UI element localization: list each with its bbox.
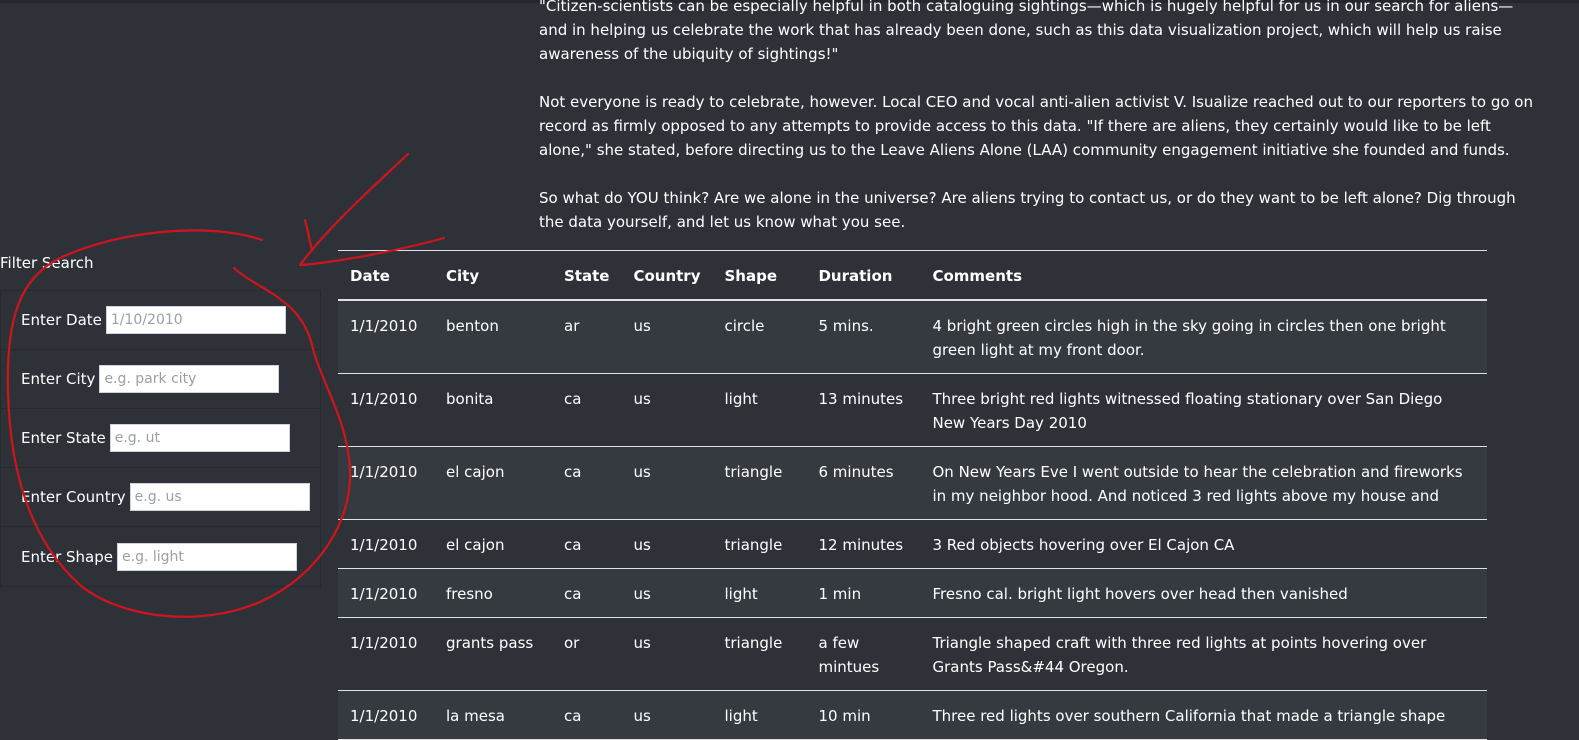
cell-country: us bbox=[621, 617, 713, 691]
cell-country: us bbox=[621, 690, 713, 740]
cell-comments: Triangle shaped craft with three red lig… bbox=[920, 617, 1487, 691]
cell-country: us bbox=[621, 373, 713, 447]
header-shape: Shape bbox=[712, 250, 807, 301]
cell-date: 1/1/2010 bbox=[338, 690, 434, 740]
cell-duration: a few mintues bbox=[806, 617, 921, 691]
date-input[interactable] bbox=[105, 306, 286, 334]
table-row: 1/1/2010 grants pass or us triangle a fe… bbox=[338, 617, 1487, 691]
cell-duration: 13 minutes bbox=[806, 373, 921, 447]
table-row: 1/1/2010 fresno ca us light 1 min Fresno… bbox=[338, 568, 1487, 618]
table-row: 1/1/2010 benton ar us circle 5 mins. 4 b… bbox=[338, 300, 1487, 374]
cell-city: la mesa bbox=[434, 690, 552, 740]
table-row: 1/1/2010 el cajon ca us triangle 6 minut… bbox=[338, 446, 1487, 520]
cell-shape: light bbox=[712, 568, 807, 618]
header-comments: Comments bbox=[920, 250, 1487, 301]
filter-row-state: Enter State bbox=[1, 409, 320, 468]
filter-row-country: Enter Country bbox=[1, 468, 320, 527]
cell-country: us bbox=[621, 568, 713, 618]
cell-date: 1/1/2010 bbox=[338, 373, 434, 447]
filter-search-title: Filter Search bbox=[0, 254, 94, 272]
cell-date: 1/1/2010 bbox=[338, 617, 434, 691]
cell-state: ca bbox=[552, 568, 622, 618]
cell-shape: triangle bbox=[712, 519, 807, 569]
cell-city: el cajon bbox=[434, 519, 552, 569]
cell-city: benton bbox=[434, 300, 552, 374]
cell-duration: 12 minutes bbox=[806, 519, 921, 569]
article-paragraph: Not everyone is ready to celebrate, howe… bbox=[539, 93, 1533, 159]
cell-shape: triangle bbox=[712, 617, 807, 691]
city-label: Enter City bbox=[21, 370, 96, 388]
filter-row-city: Enter City bbox=[1, 350, 320, 409]
cell-date: 1/1/2010 bbox=[338, 446, 434, 520]
article-text: "Citizen-scientists can be especially he… bbox=[539, 0, 1539, 258]
article-paragraph: "Citizen-scientists can be especially he… bbox=[539, 0, 1514, 63]
state-label: Enter State bbox=[21, 429, 106, 447]
cell-state: ar bbox=[552, 300, 622, 374]
cell-comments: 4 bright green circles high in the sky g… bbox=[920, 300, 1487, 374]
filter-row-shape: Enter Shape bbox=[1, 527, 320, 586]
cell-comments: Three red lights over southern Californi… bbox=[920, 690, 1487, 740]
cell-city: fresno bbox=[434, 568, 552, 618]
table-row: 1/1/2010 el cajon ca us triangle 12 minu… bbox=[338, 519, 1487, 569]
table-row: 1/1/2010 bonita ca us light 13 minutes T… bbox=[338, 373, 1487, 447]
ufo-table: Date City State Country Shape Duration C… bbox=[338, 250, 1487, 740]
cell-country: us bbox=[621, 519, 713, 569]
cell-country: us bbox=[621, 446, 713, 520]
header-city: City bbox=[434, 250, 552, 301]
cell-date: 1/1/2010 bbox=[338, 568, 434, 618]
filter-row-date: Enter Date bbox=[1, 291, 320, 350]
header-state: State bbox=[552, 250, 622, 301]
cell-shape: circle bbox=[712, 300, 807, 374]
cell-comments: On New Years Eve I went outside to hear … bbox=[920, 446, 1487, 520]
cell-state: ca bbox=[552, 690, 622, 740]
cell-city: el cajon bbox=[434, 446, 552, 520]
cell-shape: triangle bbox=[712, 446, 807, 520]
cell-state: or bbox=[552, 617, 622, 691]
city-input[interactable] bbox=[99, 365, 280, 393]
cell-date: 1/1/2010 bbox=[338, 300, 434, 374]
cell-comments: Fresno cal. bright light hovers over hea… bbox=[920, 568, 1487, 618]
cell-country: us bbox=[621, 300, 713, 374]
cell-city: grants pass bbox=[434, 617, 552, 691]
cell-date: 1/1/2010 bbox=[338, 519, 434, 569]
header-duration: Duration bbox=[806, 250, 921, 301]
table-row: 1/1/2010 la mesa ca us light 10 min Thre… bbox=[338, 690, 1487, 740]
cell-state: ca bbox=[552, 373, 622, 447]
cell-shape: light bbox=[712, 690, 807, 740]
cell-comments: 3 Red objects hovering over El Cajon CA bbox=[920, 519, 1487, 569]
header-date: Date bbox=[338, 250, 434, 301]
country-input[interactable] bbox=[129, 483, 310, 511]
header-country: Country bbox=[621, 250, 713, 301]
date-label: Enter Date bbox=[21, 311, 102, 329]
cell-shape: light bbox=[712, 373, 807, 447]
table-header-row: Date City State Country Shape Duration C… bbox=[338, 250, 1487, 301]
hand-drawn-arrow-tick bbox=[303, 218, 314, 252]
filter-form: Enter Date Enter City Enter State Enter … bbox=[0, 290, 321, 587]
cell-duration: 6 minutes bbox=[806, 446, 921, 520]
cell-city: bonita bbox=[434, 373, 552, 447]
state-input[interactable] bbox=[109, 424, 290, 452]
shape-input[interactable] bbox=[117, 542, 297, 571]
shape-label: Enter Shape bbox=[21, 547, 113, 566]
article-paragraph: So what do YOU think? Are we alone in th… bbox=[539, 189, 1516, 231]
cell-state: ca bbox=[552, 519, 622, 569]
hand-drawn-arrow bbox=[298, 152, 446, 267]
cell-duration: 10 min bbox=[806, 690, 921, 740]
cell-duration: 1 min bbox=[806, 568, 921, 618]
country-label: Enter Country bbox=[21, 488, 126, 506]
cell-comments: Three bright red lights witnessed floati… bbox=[920, 373, 1487, 447]
cell-duration: 5 mins. bbox=[806, 300, 921, 374]
cell-state: ca bbox=[552, 446, 622, 520]
